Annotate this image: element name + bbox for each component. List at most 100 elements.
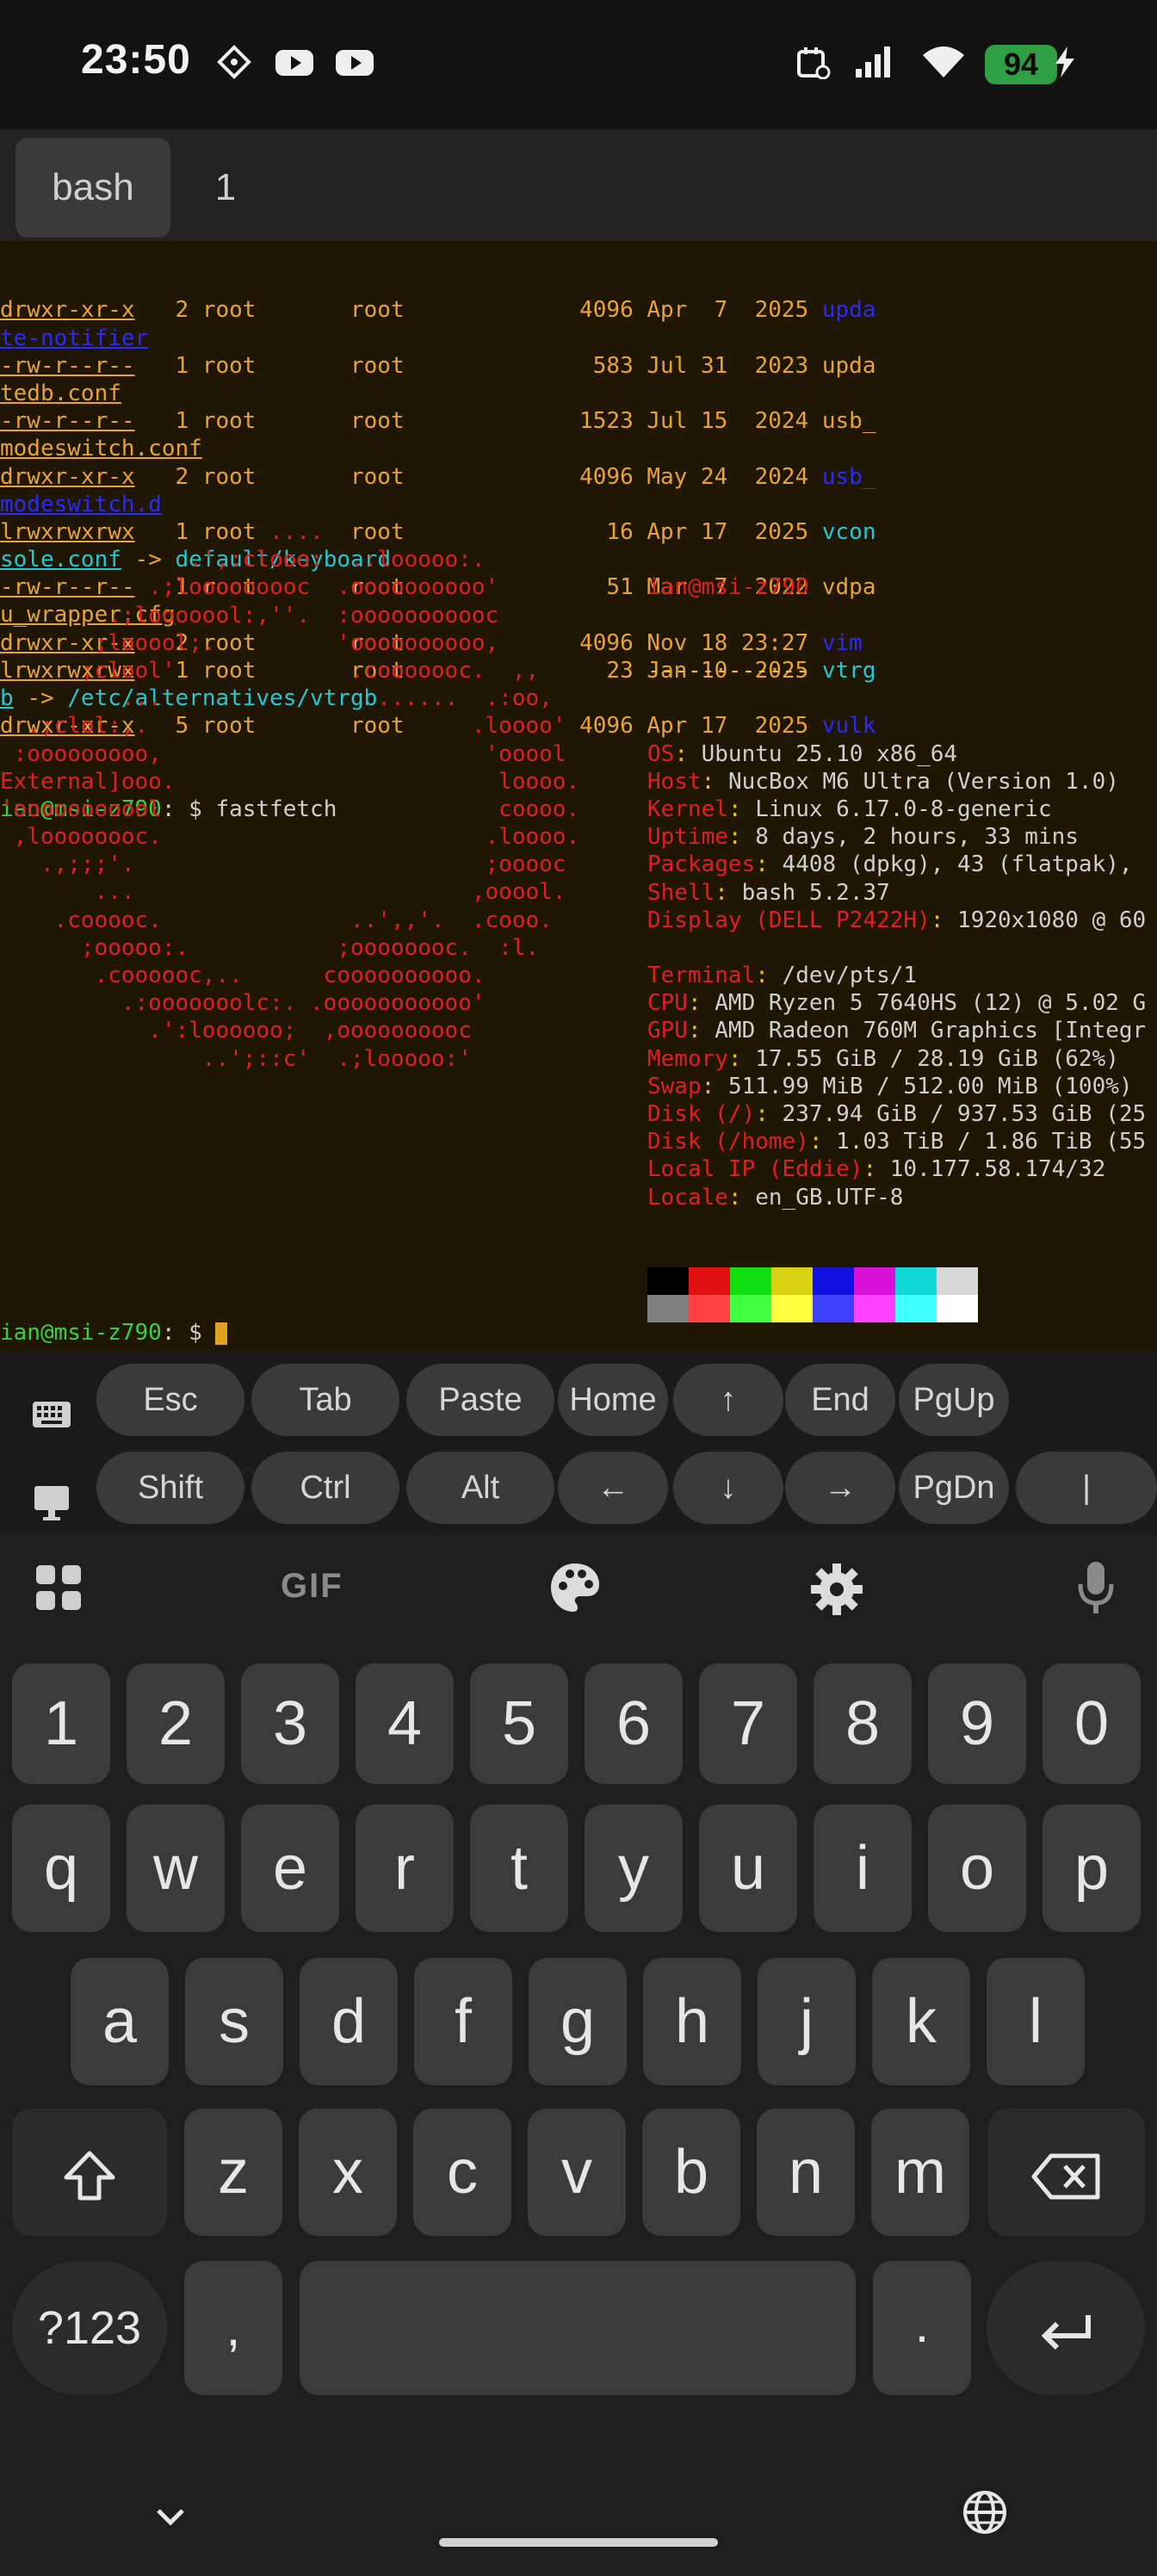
key-g[interactable]: g (529, 1958, 627, 2085)
key-w[interactable]: w (127, 1805, 225, 1932)
extra-key[interactable]: Tab (251, 1364, 399, 1436)
keyboard-toggle-icon[interactable] (26, 1390, 77, 1441)
tab-1[interactable]: 1 (200, 138, 251, 238)
info-value: 1920x1080 @ 60 (957, 907, 1147, 933)
key-i[interactable]: i (814, 1805, 912, 1932)
key-4[interactable]: 4 (356, 1663, 454, 1784)
extra-key[interactable]: | (1016, 1452, 1157, 1524)
extra-key[interactable]: ↑ (673, 1364, 783, 1436)
extra-key[interactable]: Shift (96, 1452, 244, 1524)
period-key[interactable]: . (873, 2261, 971, 2395)
key-s[interactable]: s (185, 1958, 283, 2085)
key-2[interactable]: 2 (127, 1663, 225, 1784)
wifi-icon (923, 46, 964, 77)
key-f[interactable]: f (414, 1958, 512, 2085)
key-0[interactable]: 0 (1043, 1663, 1141, 1784)
shift-key[interactable] (12, 2108, 167, 2236)
prompt-line-current[interactable]: ian@msi-z790: $ (0, 1319, 228, 1347)
key-k[interactable]: k (872, 1958, 970, 2085)
key-6[interactable]: 6 (585, 1663, 683, 1784)
key-z[interactable]: z (184, 2108, 282, 2236)
info-key: Terminal (647, 963, 756, 989)
ls-perm: -rw-r--r-- (0, 408, 135, 435)
settings-icon[interactable] (809, 1562, 864, 1617)
info-value: 17.55 GiB / 28.19 GiB (62%) (755, 1045, 1119, 1072)
key-7[interactable]: 7 (699, 1663, 797, 1784)
ls-perm: -rw-r--r-- (0, 352, 135, 379)
extra-key[interactable]: ↓ (673, 1452, 783, 1524)
info-row: Memory: 17.55 GiB / 28.19 GiB (62%) (647, 1045, 1157, 1073)
extra-key[interactable]: Alt (406, 1452, 554, 1524)
info-row: Shell: bash 5.2.37 (647, 879, 1157, 907)
key-n[interactable]: n (757, 2108, 855, 2236)
color-palette (647, 1267, 978, 1322)
ls-name-cont: modeswitch.d (0, 491, 162, 517)
extra-key[interactable]: Ctrl (251, 1452, 399, 1524)
key-b[interactable]: b (642, 2108, 740, 2236)
tailscale-icon (217, 45, 251, 79)
key-u[interactable]: u (699, 1805, 797, 1932)
key-3[interactable]: 3 (241, 1663, 339, 1784)
key-m[interactable]: m (871, 2108, 969, 2236)
key-t[interactable]: t (470, 1805, 568, 1932)
symbols-key-bottom[interactable]: ?123 (12, 2261, 167, 2395)
extra-key[interactable]: End (785, 1364, 895, 1436)
key-d[interactable]: d (300, 1958, 398, 2085)
color-swatch (895, 1267, 937, 1295)
info-row: Disk (/home): 1.03 TiB / 1.86 TiB (55 (647, 1128, 1157, 1155)
backspace-key[interactable] (988, 2108, 1145, 2236)
fastfetch-info: ian@msi-z790 ------------ OS: Ubuntu 25.… (647, 518, 1157, 1266)
chevron-down-icon[interactable] (152, 2502, 189, 2531)
key-h[interactable]: h (643, 1958, 741, 2085)
key-j[interactable]: j (758, 1958, 856, 2085)
key-8[interactable]: 8 (814, 1663, 912, 1784)
gif-button[interactable]: GIF (281, 1567, 343, 1606)
extra-key[interactable]: Esc (96, 1364, 244, 1436)
extra-key[interactable]: PgDn (899, 1452, 1009, 1524)
mic-icon[interactable] (1074, 1558, 1117, 1619)
display-icon[interactable] (26, 1477, 77, 1529)
key-1[interactable]: 1 (12, 1663, 110, 1784)
info-colon: : (755, 851, 783, 878)
palette-icon[interactable] (548, 1560, 603, 1615)
apps-icon[interactable] (33, 1562, 84, 1613)
extra-key[interactable]: → (785, 1452, 895, 1524)
gesture-nav-bar[interactable] (439, 2538, 718, 2547)
key-y[interactable]: y (585, 1805, 683, 1932)
info-colon: : (727, 1184, 756, 1211)
logo-line: ... ,ooool. (0, 879, 566, 906)
comma-key[interactable]: , (184, 2261, 282, 2395)
terminal-output[interactable]: drwxr-xr-x 2 root root 4096 Apr 7 2025 u… (0, 241, 1157, 1352)
extra-key[interactable]: Paste (406, 1364, 554, 1436)
key-x[interactable]: x (299, 2108, 397, 2236)
info-row: Terminal: /dev/pts/1 (647, 962, 1157, 989)
key-p[interactable]: p (1043, 1805, 1141, 1932)
key-l[interactable]: l (987, 1958, 1085, 2085)
extra-key[interactable]: ← (558, 1452, 668, 1524)
logo-line: .;looooooooc .oooooooooo' (0, 574, 499, 601)
key-5[interactable]: 5 (470, 1663, 568, 1784)
key-e[interactable]: e (241, 1805, 339, 1932)
extra-key[interactable]: Home (558, 1364, 668, 1436)
key-c[interactable]: c (413, 2108, 511, 2236)
info-value: Ubuntu 25.10 x86_64 (701, 740, 958, 767)
info-key: Memory (647, 1045, 728, 1072)
fastfetch-output: .... .',:clooo: .:looooo:. .;looooooooc … (0, 518, 1157, 1211)
enter-key[interactable] (987, 2261, 1145, 2395)
key-a[interactable]: a (71, 1958, 169, 2085)
space-key[interactable] (300, 2261, 856, 2395)
key-o[interactable]: o (928, 1805, 1026, 1932)
key-v[interactable]: v (528, 2108, 626, 2236)
color-swatch (689, 1267, 730, 1295)
extra-key[interactable]: PgUp (899, 1364, 1009, 1436)
ls-row: drwxr-xr-x 2 root root 4096 May 24 2024 … (0, 463, 1157, 491)
key-9[interactable]: 9 (928, 1663, 1026, 1784)
key-r[interactable]: r (356, 1805, 454, 1932)
tab-bash[interactable]: bash (15, 138, 170, 238)
info-colon: : (755, 1101, 783, 1128)
info-value: en_GB.UTF-8 (755, 1184, 904, 1211)
logo-line: External]ooo. loooo. (0, 768, 580, 795)
globe-icon[interactable] (961, 2488, 1009, 2536)
logo-line: 'ooooooooool coooo. (0, 796, 580, 822)
key-q[interactable]: q (12, 1805, 110, 1932)
